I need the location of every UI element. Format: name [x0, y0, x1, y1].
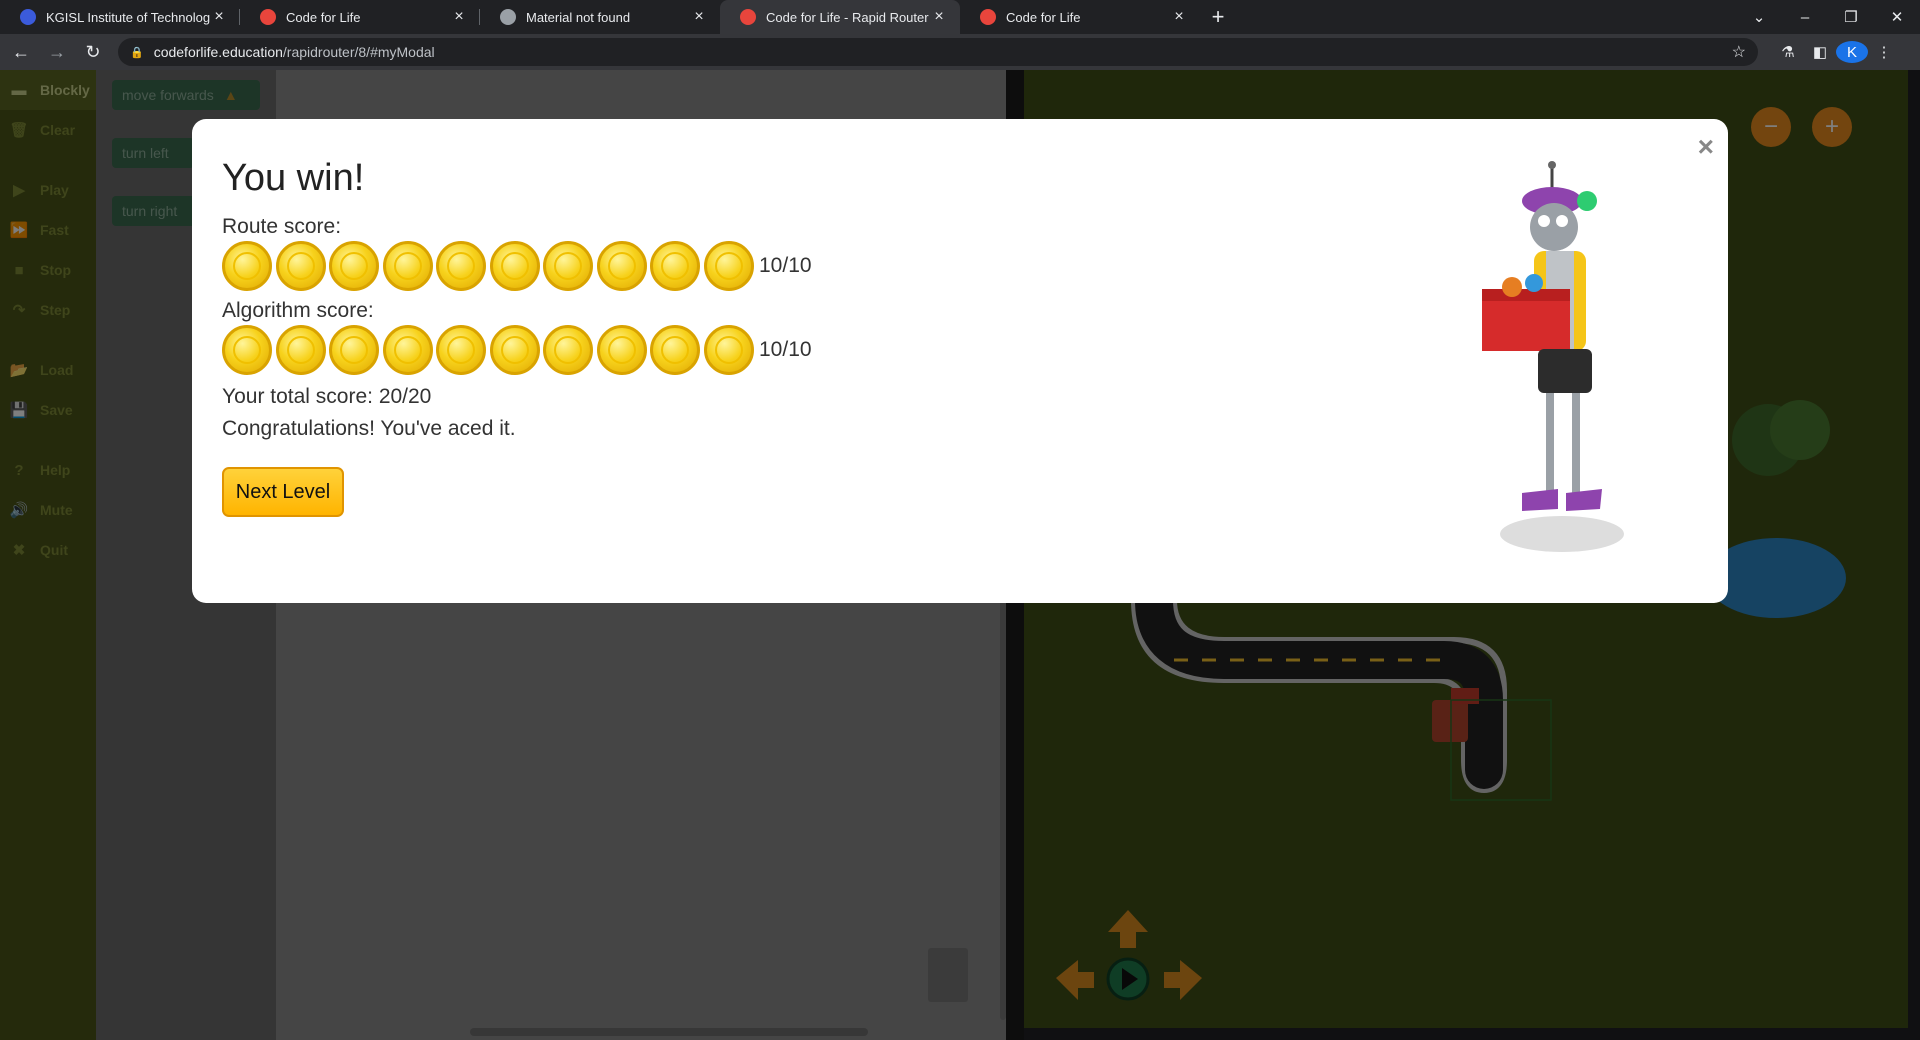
tab-close-icon[interactable]: × [690, 8, 708, 26]
tab-close-icon[interactable]: × [930, 8, 948, 26]
back-icon[interactable]: ← [6, 37, 36, 67]
route-coins: 10/10 [222, 241, 812, 291]
window-controls: ⌄ – ❐ ✕ [1736, 0, 1920, 34]
route-score-label: Route score: [222, 215, 342, 238]
gold-coin-icon [650, 241, 700, 291]
gold-coin-icon [489, 325, 540, 375]
tab-title: Material not found [526, 9, 631, 25]
browser-tab[interactable]: Code for Life × [960, 0, 1200, 34]
gold-coin-icon [436, 325, 486, 375]
minimize-button[interactable]: – [1782, 9, 1828, 26]
side-panel-icon[interactable]: ◧ [1804, 43, 1836, 61]
gold-coin-icon [489, 241, 540, 291]
tab-strip: KGISL Institute of Technology × Code for L… [0, 0, 1200, 34]
gold-coin-icon [275, 241, 326, 291]
robot-mascot-icon [1482, 161, 1624, 552]
extensions-icon[interactable]: ⚗ [1772, 43, 1804, 61]
forward-icon[interactable]: → [42, 37, 72, 67]
browser-tab[interactable]: KGISL Institute of Technology × [0, 0, 240, 34]
gold-coin-icon [222, 325, 272, 375]
modal-title: You win! [222, 157, 365, 199]
tab-favicon-icon [20, 9, 36, 25]
tab-title: Code for Life - Rapid Router [766, 9, 929, 25]
avatar: K [1836, 41, 1868, 63]
profile-button[interactable]: K [1836, 41, 1868, 63]
lock-icon: 🔒 [130, 46, 144, 59]
gold-coin-icon [703, 325, 754, 375]
gold-coin-icon [436, 241, 486, 291]
next-level-button[interactable]: Next Level [222, 467, 344, 517]
gold-coin-icon [329, 325, 379, 375]
browser-toolbar: ← → ↻ 🔒 codeforlife.education /rapidrout… [0, 34, 1920, 70]
menu-icon[interactable]: ⋮ [1868, 43, 1900, 61]
browser-tab-bar: KGISL Institute of Technology × Code for L… [0, 0, 1920, 34]
modal-close-button[interactable]: × [1698, 131, 1714, 163]
url-path: /rapidrouter/8/#myModal [282, 44, 435, 60]
tab-search-icon[interactable]: ⌄ [1736, 8, 1782, 26]
gold-coin-icon [543, 325, 593, 375]
address-bar[interactable]: 🔒 codeforlife.education /rapidrouter/8/#… [118, 38, 1758, 66]
gold-coin-icon [650, 325, 700, 375]
gold-coin-icon [382, 241, 433, 291]
algorithm-score-label: Algorithm score: [222, 299, 374, 322]
tab-favicon-icon [980, 9, 996, 25]
tab-close-icon[interactable]: × [210, 8, 228, 26]
gold-coin-icon [543, 241, 593, 291]
tab-title: Code for Life [1006, 9, 1081, 25]
new-tab-button[interactable]: + [1200, 0, 1236, 34]
tab-close-icon[interactable]: × [450, 8, 468, 26]
browser-tab[interactable]: Code for Life × [240, 0, 480, 34]
tab-favicon-icon [740, 9, 756, 25]
algorithm-score-value: 10/10 [759, 338, 812, 361]
tab-close-icon[interactable]: × [1170, 8, 1188, 26]
tab-favicon-icon [500, 9, 516, 25]
gold-coin-icon [382, 325, 433, 375]
win-modal: × You win! Route score: 10/10 Algorithm … [192, 119, 1728, 603]
gold-coin-icon [596, 241, 647, 291]
algorithm-coins: 10/10 [222, 325, 812, 375]
tab-favicon-icon [260, 9, 276, 25]
tab-title: Code for Life [286, 9, 361, 25]
restore-button[interactable]: ❐ [1828, 8, 1874, 26]
gold-coin-icon [329, 241, 379, 291]
algorithm-coin-row [222, 325, 757, 375]
browser-tab[interactable]: Material not found × [480, 0, 720, 34]
bookmark-star-icon[interactable]: ☆ [1732, 42, 1746, 62]
close-window-button[interactable]: ✕ [1874, 8, 1920, 26]
total-score-text: Your total score: 20/20 [222, 385, 432, 408]
congratulations-text: Congratulations! You've aced it. [222, 417, 516, 440]
gold-coin-icon [275, 325, 326, 375]
tab-title: KGISL Institute of Technology [46, 9, 210, 25]
url-host: codeforlife.education [153, 44, 283, 60]
route-score-value: 10/10 [759, 254, 812, 277]
gold-coin-icon [596, 325, 647, 375]
gold-coin-icon [703, 241, 754, 291]
reload-icon[interactable]: ↻ [78, 37, 108, 67]
gold-coin-icon [222, 241, 272, 291]
route-coin-row [222, 241, 757, 291]
browser-tab[interactable]: Code for Life - Rapid Router × [720, 0, 960, 34]
